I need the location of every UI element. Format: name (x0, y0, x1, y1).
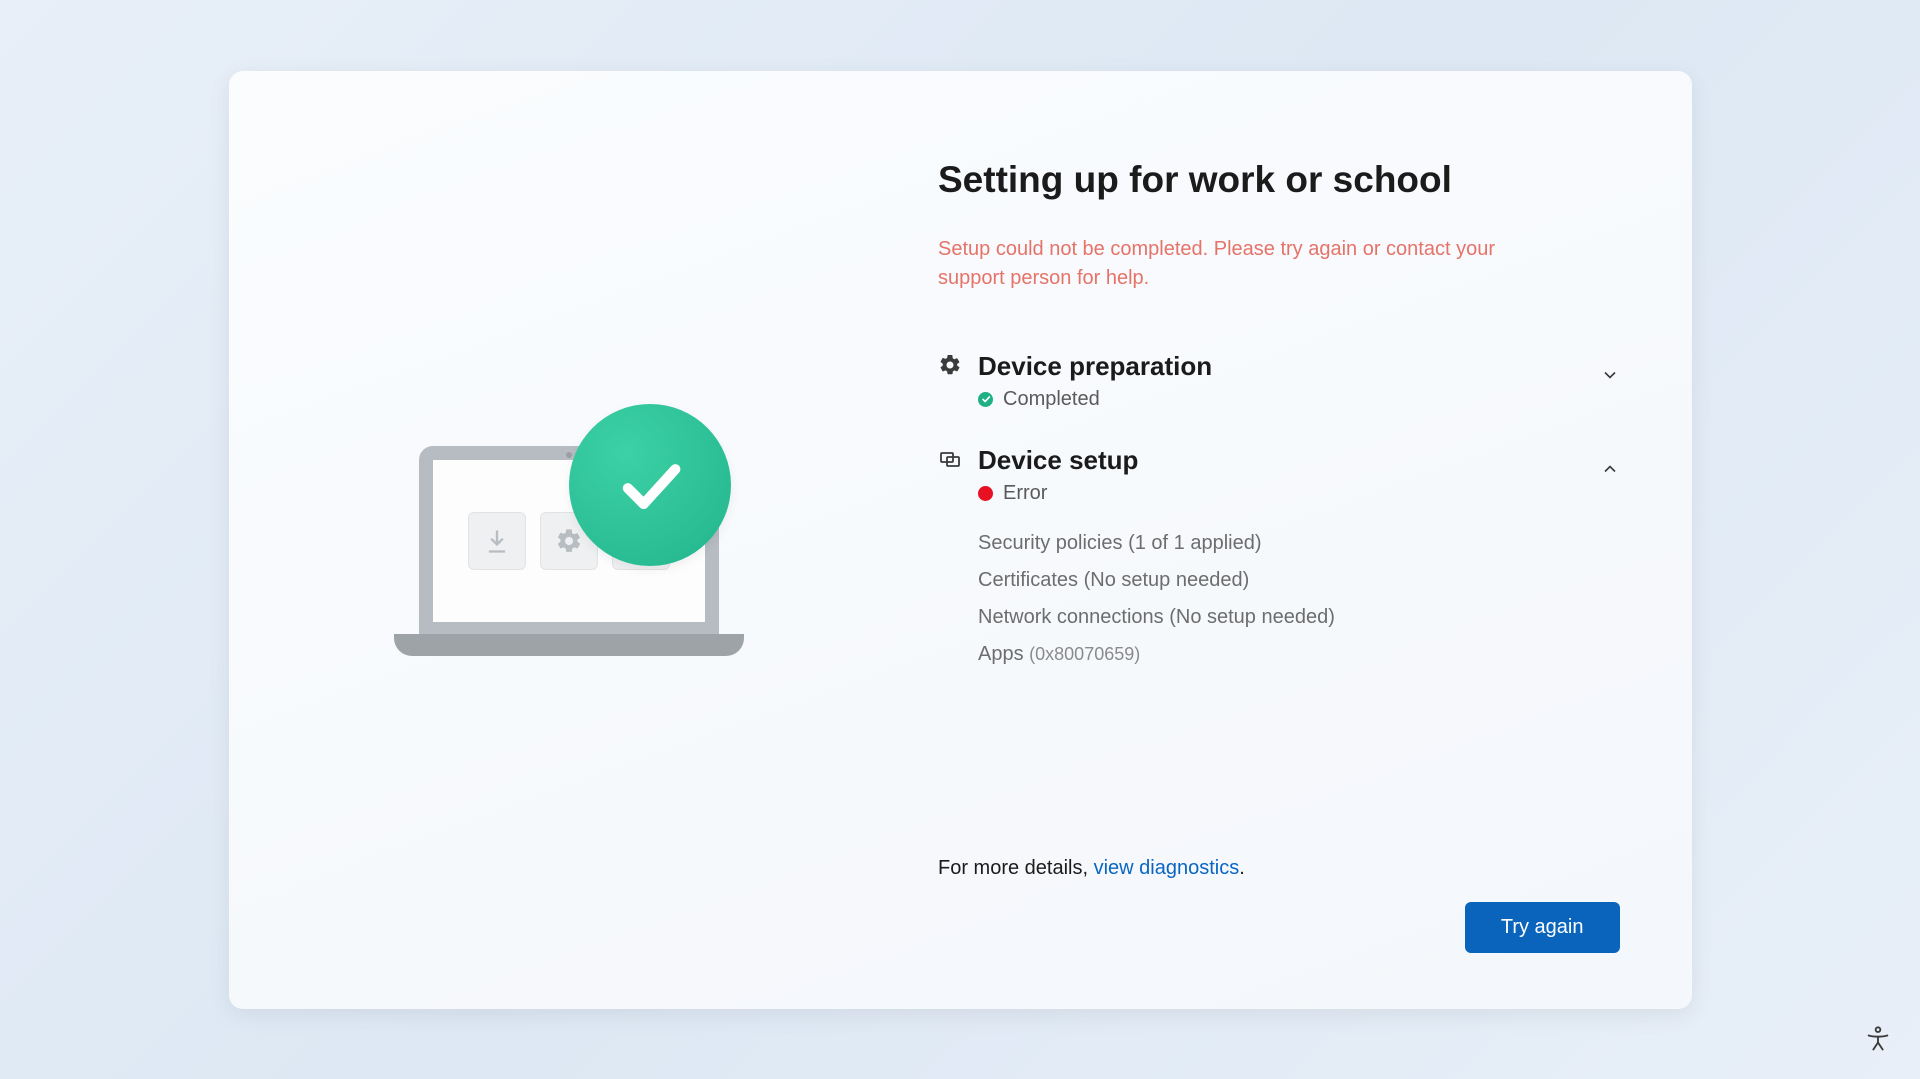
setup-error-message: Setup could not be completed. Please try… (938, 235, 1498, 293)
status-text: Completed (1003, 388, 1100, 411)
detail-label: Certificates (978, 569, 1078, 591)
setup-card: Setting up for work or school Setup coul… (229, 71, 1692, 1009)
gear-icon (938, 353, 964, 379)
try-again-button[interactable]: Try again (1465, 902, 1620, 953)
status-completed-icon (978, 392, 993, 407)
section-device-setup: Device setup Error Security policies (1 … (938, 445, 1620, 673)
detail-value: (No setup needed) (1084, 569, 1250, 591)
detail-value: (0x80070659) (1029, 644, 1140, 664)
detail-value: (No setup needed) (1169, 606, 1335, 628)
devices-icon (938, 447, 964, 473)
status-error-icon (978, 486, 993, 501)
section-status: Completed (978, 388, 1212, 411)
section-header-device-setup[interactable]: Device setup Error (938, 445, 1620, 505)
detail-label: Network connections (978, 606, 1164, 628)
detail-network-connections: Network connections (No setup needed) (978, 599, 1620, 636)
download-tile-icon (468, 512, 526, 570)
chevron-up-icon (1600, 459, 1620, 484)
detail-apps: Apps (0x80070659) (978, 636, 1620, 673)
section-status: Error (978, 482, 1138, 505)
content-pane: Setting up for work or school Setup coul… (910, 71, 1692, 1009)
button-row: Try again (938, 902, 1620, 953)
chevron-down-icon (1600, 365, 1620, 390)
laptop-illustration (392, 400, 747, 680)
illustration-pane (229, 71, 911, 1009)
section-title: Device preparation (978, 351, 1212, 382)
detail-value: (1 of 1 applied) (1128, 532, 1261, 554)
footer: For more details, view diagnostics. Try … (938, 857, 1620, 953)
detail-security-policies: Security policies (1 of 1 applied) (978, 525, 1620, 562)
detail-certificates: Certificates (No setup needed) (978, 562, 1620, 599)
diagnostics-suffix: . (1239, 857, 1245, 879)
view-diagnostics-link[interactable]: view diagnostics (1094, 857, 1240, 879)
detail-label: Security policies (978, 532, 1123, 554)
success-check-badge-icon (569, 404, 731, 566)
status-text: Error (1003, 482, 1047, 505)
section-title: Device setup (978, 445, 1138, 476)
section-header-device-preparation[interactable]: Device preparation Completed (938, 351, 1620, 411)
accessibility-icon[interactable] (1864, 1025, 1894, 1055)
diagnostics-line: For more details, view diagnostics. (938, 857, 1620, 880)
detail-label: Apps (978, 643, 1024, 665)
section-device-preparation: Device preparation Completed (938, 351, 1620, 411)
device-setup-details: Security policies (1 of 1 applied) Certi… (978, 525, 1620, 673)
diagnostics-prefix: For more details, (938, 857, 1094, 879)
laptop-base (394, 634, 744, 656)
page-title: Setting up for work or school (938, 159, 1620, 201)
